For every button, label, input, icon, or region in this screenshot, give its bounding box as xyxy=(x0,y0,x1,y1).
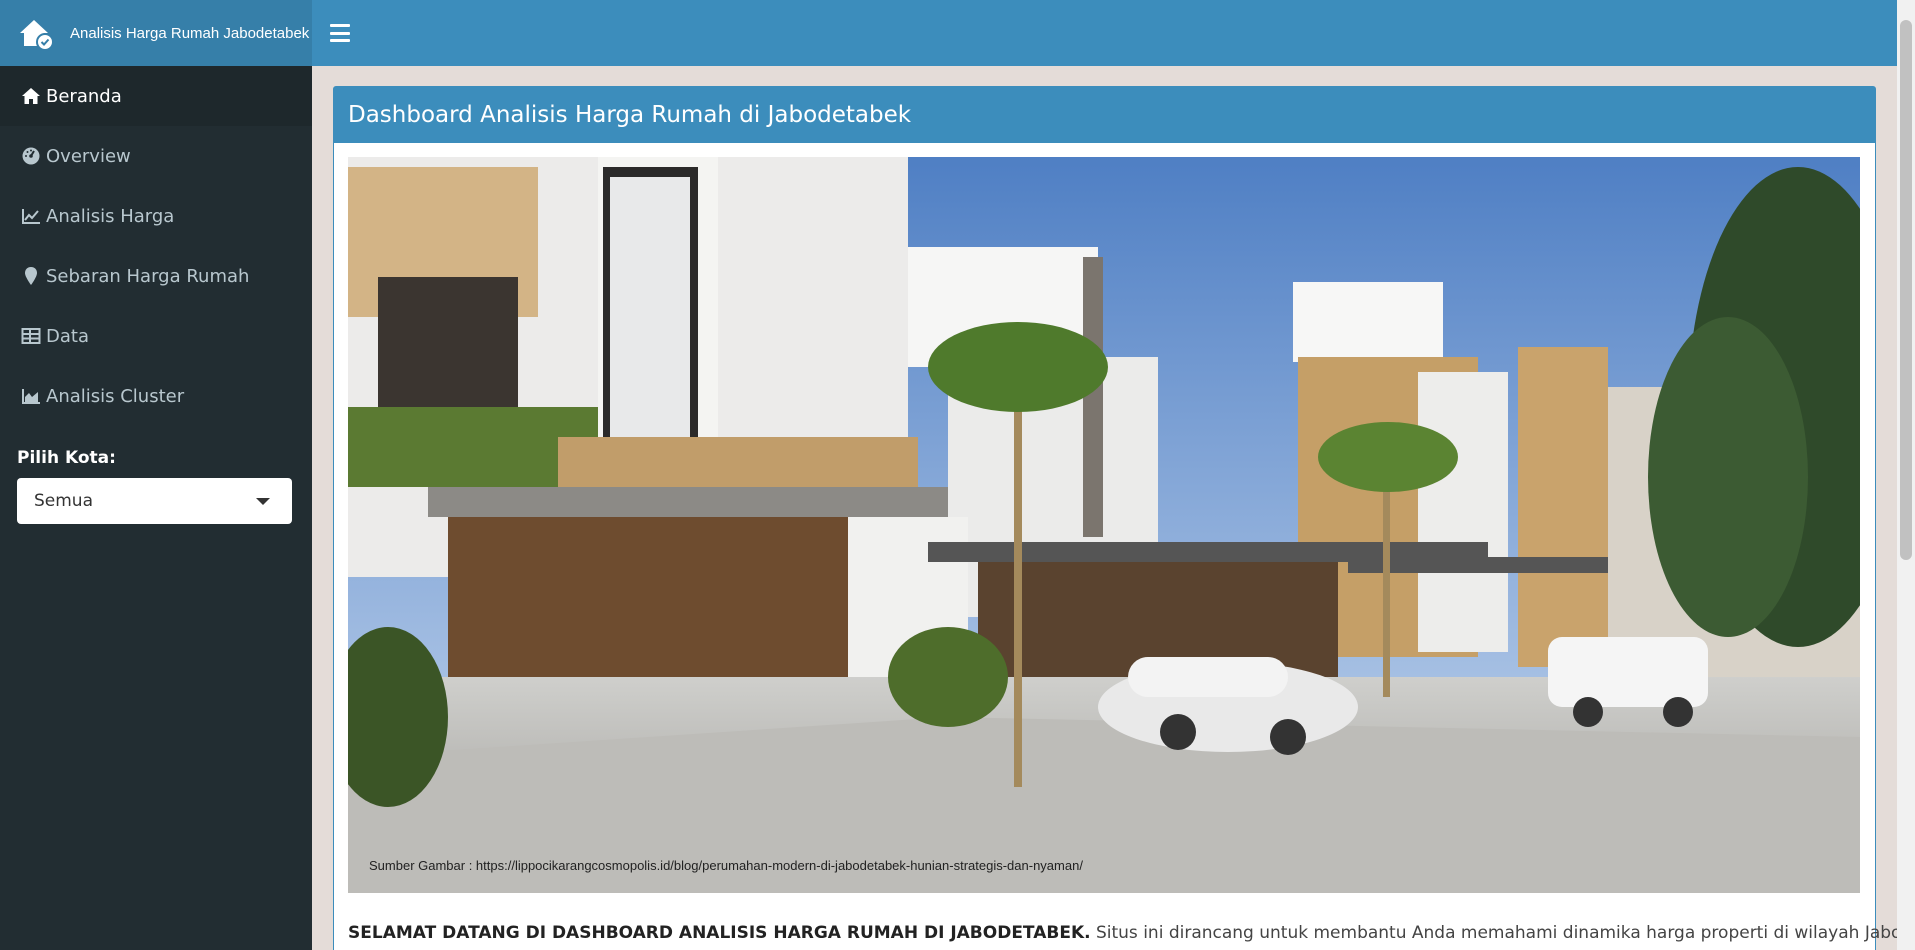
image-caption: Sumber Gambar : https://lippocikarangcos… xyxy=(369,858,1083,873)
house-check-icon xyxy=(20,20,54,51)
hero-image: Sumber Gambar : https://lippocikarangcos… xyxy=(348,157,1860,893)
top-navbar xyxy=(312,0,1897,66)
logo-bar[interactable]: Analisis Harga Rumah Jabodetabek xyxy=(0,0,312,66)
sidebar-item-overview[interactable]: Overview xyxy=(0,126,312,186)
app-title: Analisis Harga Rumah Jabodetabek xyxy=(70,24,310,42)
city-select-value: Semua xyxy=(34,491,94,511)
home-icon xyxy=(20,85,42,107)
dashboard-icon xyxy=(20,145,42,167)
sidebar-item-beranda[interactable]: Beranda xyxy=(0,66,312,126)
caret-down-icon xyxy=(256,497,270,505)
welcome-heading: SELAMAT DATANG DI DASHBOARD ANALISIS HAR… xyxy=(348,923,1091,943)
page-scrollbar[interactable] xyxy=(1897,0,1915,950)
sidebar-item-label: Analisis Cluster xyxy=(46,385,185,407)
sidebar-item-data[interactable]: Data xyxy=(0,306,312,366)
sidebar-item-label: Overview xyxy=(46,145,131,167)
city-select[interactable]: Semua xyxy=(17,478,292,524)
scrollbar-thumb[interactable] xyxy=(1900,20,1912,560)
map-marker-icon xyxy=(20,265,42,287)
house-photo xyxy=(348,157,1860,893)
dashboard-box: Dashboard Analisis Harga Rumah di Jabode… xyxy=(333,86,1915,950)
sidebar: Beranda Overview Analisis Harga Sebaran … xyxy=(0,66,312,950)
welcome-text: SELAMAT DATANG DI DASHBOARD ANALISIS HAR… xyxy=(348,923,1915,943)
content-area: Dashboard Analisis Harga Rumah di Jabode… xyxy=(312,66,1915,950)
table-icon xyxy=(20,325,42,347)
sidebar-item-sebaran-harga-rumah[interactable]: Sebaran Harga Rumah xyxy=(0,246,312,306)
sidebar-item-label: Beranda xyxy=(46,85,122,107)
box-title: Dashboard Analisis Harga Rumah di Jabode… xyxy=(334,87,1875,143)
sidebar-toggle-icon[interactable] xyxy=(330,24,350,42)
sidebar-item-analisis-cluster[interactable]: Analisis Cluster xyxy=(0,366,312,426)
welcome-body: Situs ini dirancang untuk membantu Anda … xyxy=(1090,923,1915,943)
line-chart-icon xyxy=(20,205,42,227)
sidebar-item-label: Data xyxy=(46,325,89,347)
sidebar-item-analisis-harga[interactable]: Analisis Harga xyxy=(0,186,312,246)
city-filter-label: Pilih Kota: xyxy=(17,448,116,468)
sidebar-item-label: Analisis Harga xyxy=(46,205,175,227)
sidebar-item-label: Sebaran Harga Rumah xyxy=(46,265,250,287)
area-chart-icon xyxy=(20,385,42,407)
